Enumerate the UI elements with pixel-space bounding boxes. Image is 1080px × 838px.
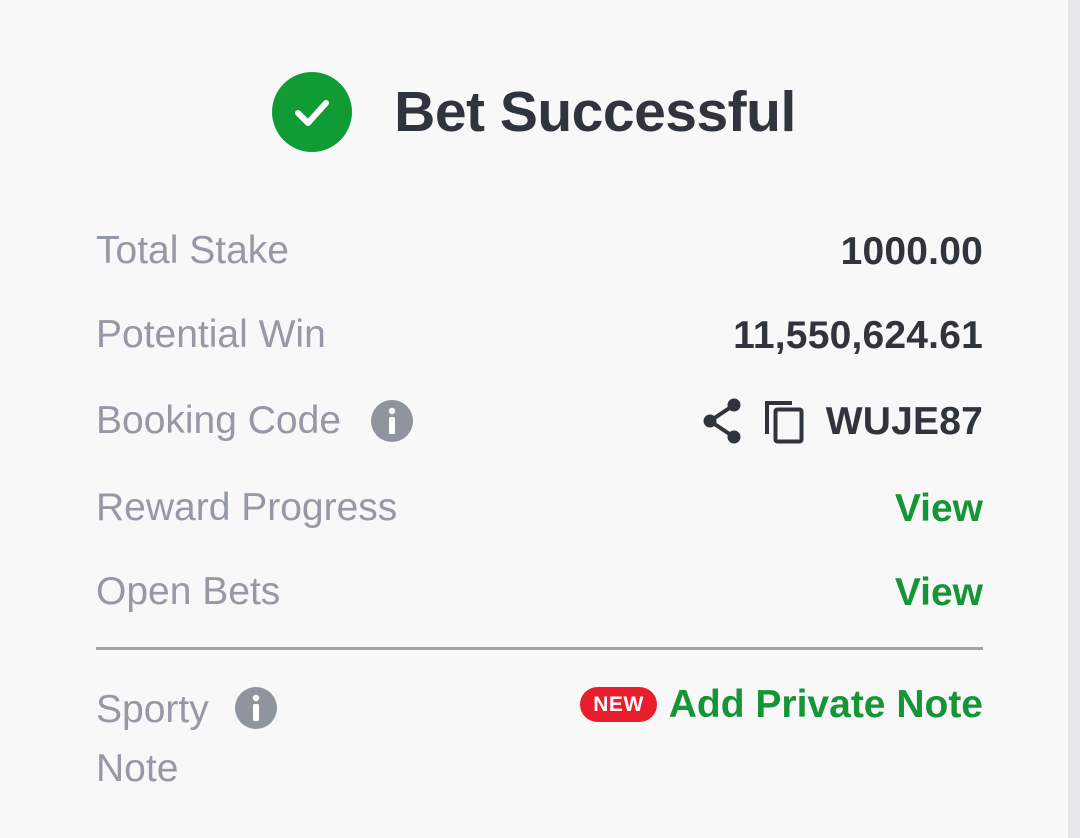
booking-code-value: WUJE87 [825,399,983,443]
booking-code-label-group: Booking Code [96,398,414,444]
add-private-note-label: Add Private Note [668,683,983,726]
page-title: Bet Successful [394,79,796,144]
section-divider [96,647,983,650]
add-private-note-button[interactable]: NEW Add Private Note [580,685,983,724]
total-stake-value: 1000.00 [840,229,983,273]
bet-success-panel: Bet Successful Total Stake 1000.00 Poten… [0,0,1068,838]
booking-code-label: Booking Code [96,398,342,442]
potential-win-value: 11,550,624.61 [733,313,983,357]
sporty-note-label: Sporty Note [96,688,209,790]
booking-code-actions: WUJE87 [700,396,983,446]
open-bets-view-link[interactable]: View [895,573,983,612]
potential-win-row: Potential Win 11,550,624.61 [96,307,983,363]
open-bets-label: Open Bets [96,569,281,613]
copy-icon[interactable] [762,396,808,446]
info-icon[interactable] [371,400,414,442]
booking-code-row: Booking Code WUJE87 [96,393,983,449]
open-bets-row: Open Bets View [96,564,983,620]
total-stake-row: Total Stake 1000.00 [96,223,983,279]
note-info-icon[interactable] [235,687,277,729]
reward-progress-row: Reward Progress View [96,480,983,536]
reward-progress-label: Reward Progress [96,485,398,529]
reward-progress-view-link[interactable]: View [895,489,983,528]
scroll-edge [1068,0,1080,838]
check-mark-icon [295,100,330,126]
bet-success-header: Bet Successful [0,70,1068,154]
total-stake-label: Total Stake [96,228,289,272]
sporty-note-row: Sporty Note NEW Add Private Note [96,676,983,796]
potential-win-label: Potential Win [96,312,326,356]
new-badge: NEW [580,687,657,722]
share-icon[interactable] [700,398,744,444]
check-circle-icon [272,72,353,152]
